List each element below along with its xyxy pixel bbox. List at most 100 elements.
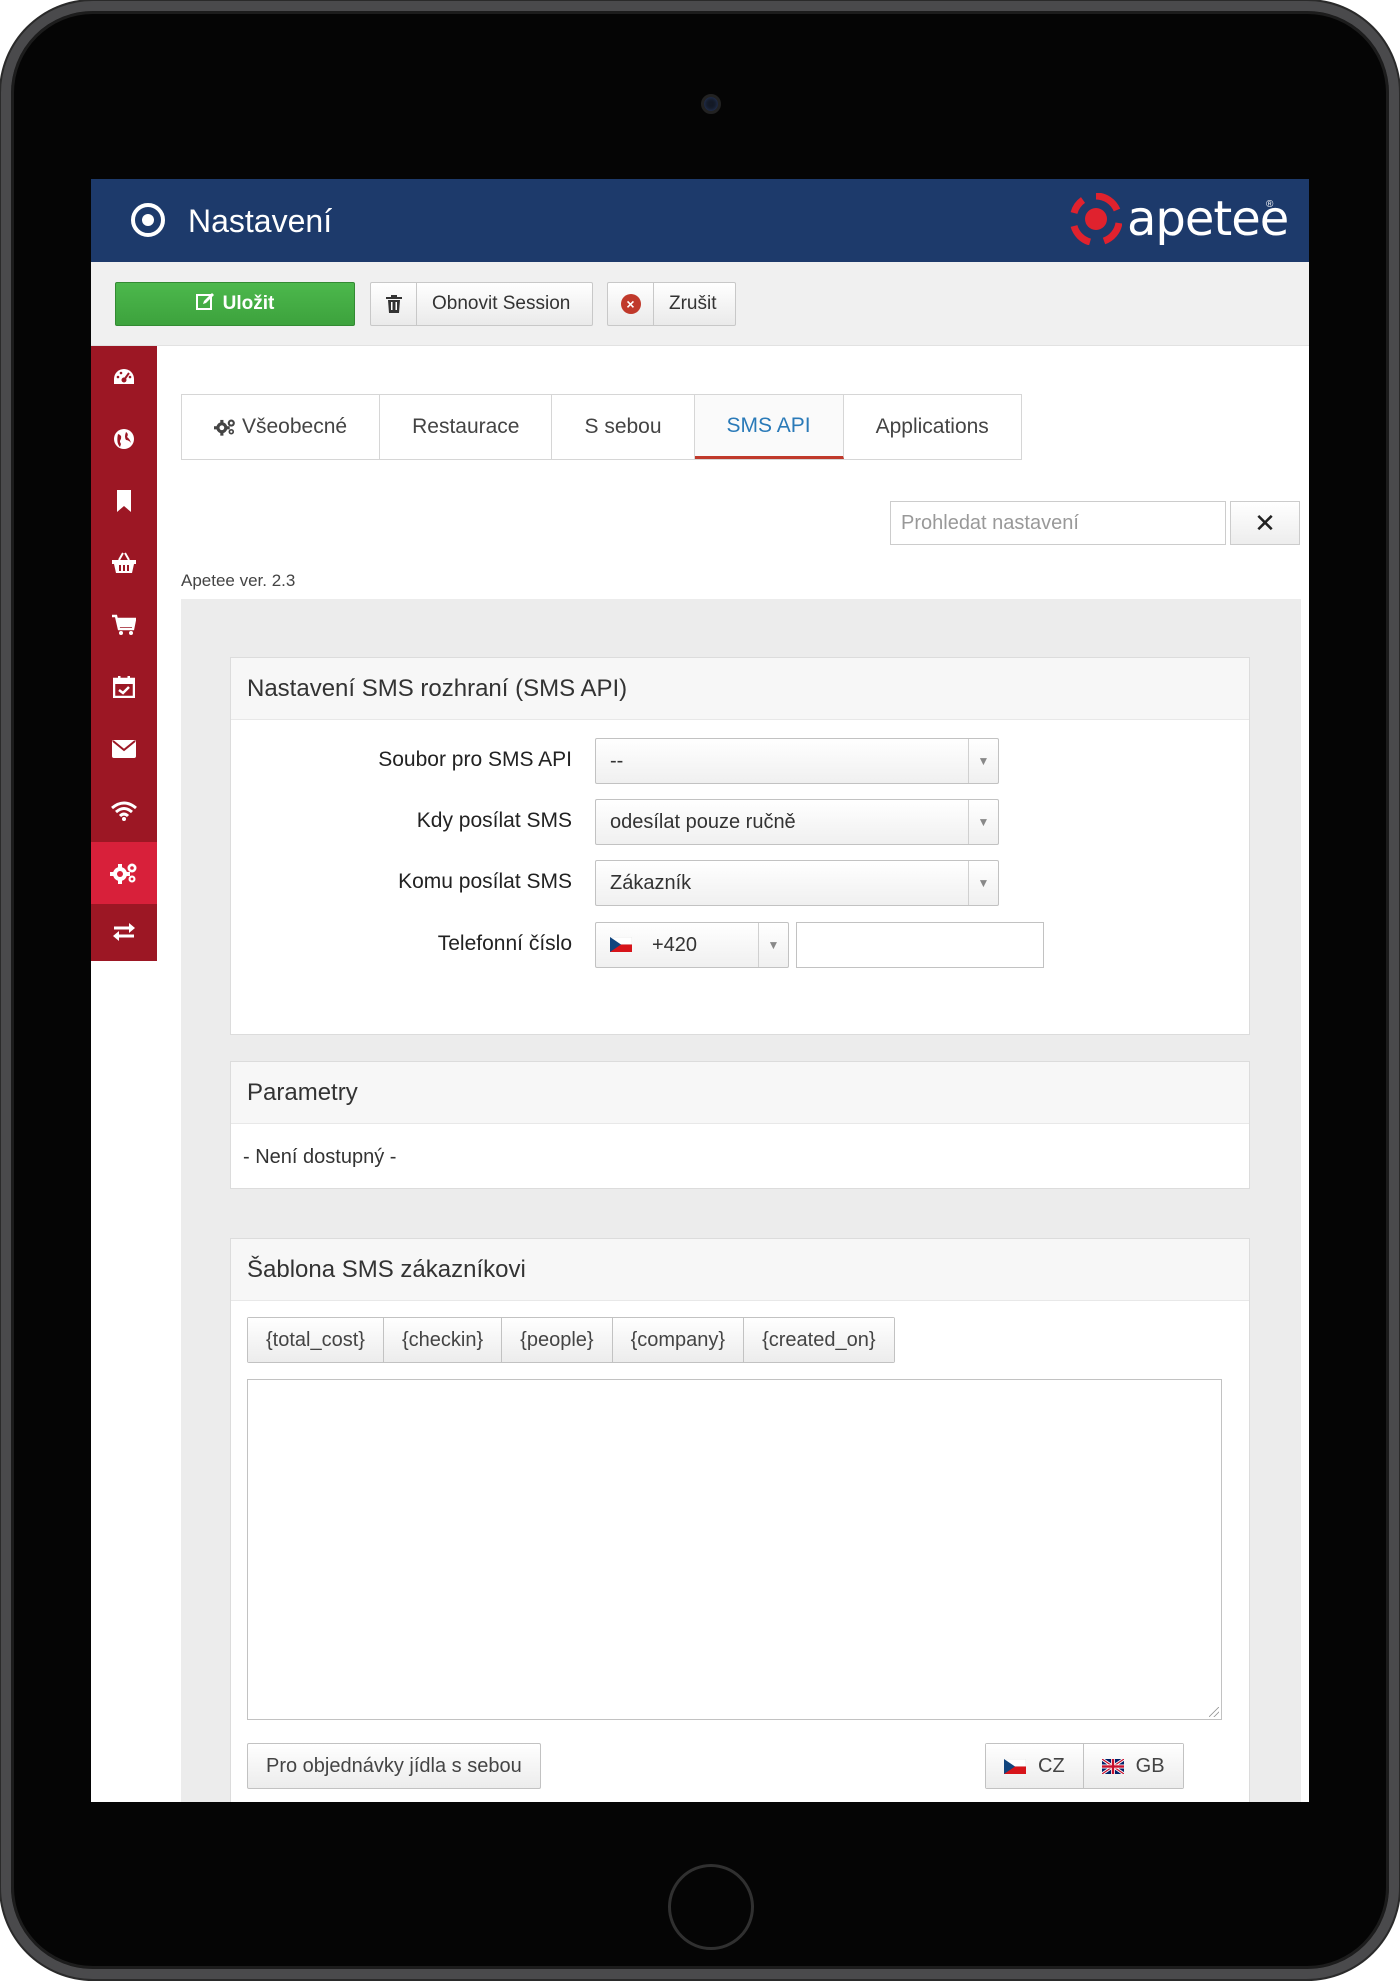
caret-down-icon: ▼ <box>968 861 998 905</box>
panel-title: Nastavení SMS rozhraní (SMS API) <box>231 658 1249 720</box>
gears-icon <box>110 863 137 884</box>
refresh-session-button[interactable]: Obnovit Session <box>370 282 593 326</box>
wifi-icon <box>111 801 137 821</box>
select-value: -- <box>610 750 624 772</box>
form-row-when: Kdy posílat SMS odesílat pouze ručně ▼ <box>231 799 1251 845</box>
cancel-label: Zrušit <box>669 293 717 314</box>
field-label: Soubor pro SMS API <box>378 748 572 771</box>
search-input[interactable] <box>891 502 1229 544</box>
form-row-recipient: Komu posílat SMS Zákazník ▼ <box>231 860 1251 906</box>
tab-takeaway[interactable]: S sebou <box>552 395 695 459</box>
placeholder-button[interactable]: {created_on} <box>744 1318 894 1362</box>
language-label: CZ <box>1038 1754 1065 1777</box>
sidebar-item-basket[interactable] <box>91 532 157 594</box>
recipient-select[interactable]: Zákazník ▼ <box>595 860 999 906</box>
page-title: Nastavení <box>188 203 333 239</box>
toolbar: Uložit Obnovit Session × Zrušit <box>91 262 1309 346</box>
cancel-icon-wrap: × <box>608 283 654 325</box>
sms-file-select[interactable]: -- ▼ <box>595 738 999 784</box>
field-label: Komu posílat SMS <box>398 870 572 893</box>
czech-flag-icon <box>610 937 632 952</box>
sidebar-item-cart[interactable] <box>91 594 157 656</box>
cancel-button[interactable]: × Zrušit <box>607 282 736 326</box>
czech-flag-icon <box>1004 1758 1026 1774</box>
takeaway-template-button[interactable]: Pro objednávky jídla s sebou <box>247 1743 541 1789</box>
parameters-panel: Parametry - Není dostupný - <box>230 1061 1250 1189</box>
select-value: odesílat pouze ručně <box>610 811 796 833</box>
sidebar-item-exchange[interactable] <box>91 901 157 963</box>
version-text: Apetee ver. 2.3 <box>181 571 296 590</box>
tab-general[interactable]: Všeobecné <box>182 395 381 459</box>
panel-title: Parametry <box>231 1062 1249 1124</box>
sidebar-item-dashboard[interactable] <box>91 346 157 408</box>
placeholder-button[interactable]: {total_cost} <box>248 1318 384 1362</box>
sidebar <box>91 346 157 961</box>
search-clear-button[interactable]: ✕ <box>1230 501 1300 545</box>
brand-logo: apetee ® <box>1070 191 1289 251</box>
select-value: Zákazník <box>610 872 692 894</box>
form-row-file: Soubor pro SMS API -- ▼ <box>231 738 1251 784</box>
tab-label: Restaurace <box>412 415 520 438</box>
tab-sms-api[interactable]: SMS API <box>694 395 844 459</box>
phone-number-input[interactable] <box>796 922 1044 968</box>
refresh-session-label: Obnovit Session <box>432 293 571 314</box>
app-screen: Nastavení apetee ® Uložit Obnovit Sessio… <box>91 179 1309 1802</box>
sidebar-item-settings[interactable] <box>91 842 157 904</box>
home-button[interactable] <box>668 1864 754 1950</box>
phone-prefix-value: +420 <box>652 934 698 956</box>
trash-icon <box>371 283 417 325</box>
gears-icon <box>214 418 236 436</box>
caret-down-icon: ▼ <box>968 739 998 783</box>
placeholder-button[interactable]: {company} <box>612 1318 745 1362</box>
basket-icon <box>112 552 136 573</box>
close-circle-icon: × <box>620 294 641 314</box>
registered-mark: ® <box>1266 199 1274 210</box>
sidebar-item-wifi[interactable] <box>91 780 157 842</box>
camera-lens <box>701 94 721 114</box>
close-icon: ✕ <box>1254 507 1276 538</box>
app-header: Nastavení apetee ® <box>91 179 1309 262</box>
params-empty-text: - Není dostupný - <box>243 1146 397 1168</box>
placeholder-button-group: {total_cost} {checkin} {people} {company… <box>247 1317 895 1363</box>
sms-template-textarea[interactable] <box>247 1379 1222 1720</box>
globe-icon <box>114 429 134 449</box>
apetee-logo-mark-icon <box>1070 193 1122 245</box>
language-button-gb[interactable]: GB <box>1083 1744 1183 1788</box>
tab-label: Všeobecné <box>242 415 348 438</box>
caret-down-icon: ▼ <box>968 800 998 844</box>
form-row-phone: Telefonní číslo +420 ▼ <box>231 922 1251 968</box>
bookmark-icon <box>117 490 131 512</box>
sidebar-item-globe[interactable] <box>91 408 157 470</box>
save-button[interactable]: Uložit <box>115 282 355 326</box>
send-when-select[interactable]: odesílat pouze ručně ▼ <box>595 799 999 845</box>
language-switch: CZ GB <box>985 1743 1184 1789</box>
envelope-icon <box>112 740 136 758</box>
sms-settings-panel: Nastavení SMS rozhraní (SMS API) Soubor … <box>230 657 1250 1035</box>
exchange-icon <box>113 923 135 941</box>
target-circle-icon <box>131 203 165 237</box>
sms-template-panel: Šablona SMS zákazníkovi {total_cost} {ch… <box>230 1238 1250 1802</box>
sidebar-item-mail[interactable] <box>91 718 157 780</box>
sidebar-item-bookmark[interactable] <box>91 470 157 532</box>
tab-restaurant[interactable]: Restaurace <box>380 395 553 459</box>
caret-down-icon: ▼ <box>758 923 788 967</box>
tab-applications[interactable]: Applications <box>844 395 1021 459</box>
field-label: Kdy posílat SMS <box>416 809 572 832</box>
settings-tabs: Všeobecné Restaurace S sebou SMS API App… <box>181 394 1022 460</box>
brand-wordmark: apetee <box>1127 191 1289 247</box>
search-field <box>890 501 1229 545</box>
sidebar-item-calendar[interactable] <box>91 656 157 718</box>
shopping-cart-icon <box>112 614 136 635</box>
edit-icon <box>195 292 215 317</box>
dashboard-icon <box>114 369 134 384</box>
placeholder-button[interactable]: {people} <box>502 1318 613 1362</box>
phone-prefix-select[interactable]: +420 ▼ <box>595 922 789 968</box>
calendar-check-icon <box>113 676 135 698</box>
tab-label: Applications <box>875 415 989 438</box>
language-label: GB <box>1135 1754 1165 1777</box>
save-label: Uložit <box>222 293 275 314</box>
uk-flag-icon <box>1101 1758 1124 1774</box>
placeholder-button[interactable]: {checkin} <box>383 1318 503 1362</box>
language-button-cz[interactable]: CZ <box>986 1744 1084 1788</box>
tab-label: SMS API <box>726 413 811 437</box>
